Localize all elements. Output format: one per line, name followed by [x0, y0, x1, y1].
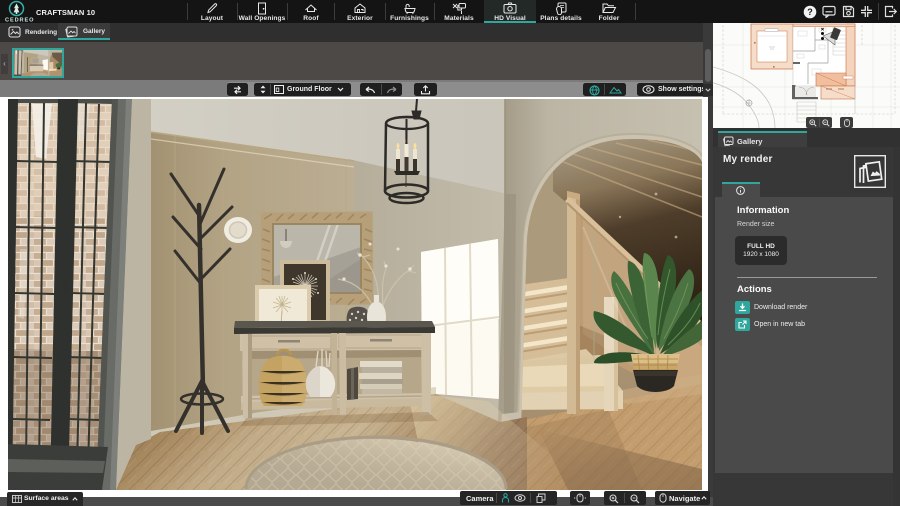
- svg-text:?: ?: [807, 7, 813, 17]
